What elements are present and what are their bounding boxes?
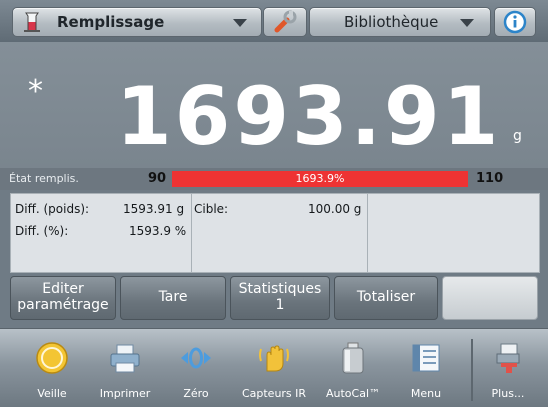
more-icon [496, 343, 520, 373]
nav-standby[interactable]: Veille [22, 329, 82, 407]
mode-dropdown[interactable]: Remplissage [12, 7, 262, 37]
zero-icon [181, 347, 211, 369]
statistics-line1: Statistiques [238, 281, 322, 297]
nav-print-label: Imprimer [99, 387, 151, 400]
info-panel: Diff. (poids): 1593.91 g Diff. (%): 1593… [10, 193, 540, 273]
beaker-icon [24, 12, 40, 32]
nav-zero[interactable]: Zéro [168, 329, 224, 407]
nav-more[interactable]: Plus... [478, 329, 538, 407]
chevron-down-icon [460, 19, 474, 27]
info-cell-empty [368, 194, 539, 272]
tare-label: Tare [158, 289, 188, 305]
edit-settings-button[interactable]: Editer paramétrage [10, 276, 116, 320]
nav-ir-sensors[interactable]: Capteurs IR [236, 329, 312, 407]
hand-sensor-icon [259, 345, 289, 372]
calibration-weight-icon [342, 342, 364, 374]
nav-print[interactable]: Imprimer [92, 329, 158, 407]
info-icon [503, 10, 527, 34]
nav-more-label: Plus... [491, 387, 525, 400]
tare-button[interactable]: Tare [120, 276, 226, 320]
nav-zero-label: Zéro [183, 387, 209, 400]
nav-autocal-label: AutoCal™ [325, 387, 381, 400]
power-icon [36, 342, 68, 374]
totalize-button[interactable]: Totaliser [334, 276, 438, 320]
target-label: Cible: [194, 202, 229, 216]
settings-button[interactable] [263, 7, 307, 37]
statistics-line2: 1 [275, 297, 285, 313]
menu-list-icon [412, 344, 440, 372]
balance-screen: Remplissage Bibliothèque * 1693.91 g Éta… [0, 0, 548, 407]
target-value: 100.00 g [308, 202, 362, 216]
fill-progress-track: 1693.9% [172, 171, 468, 187]
bottom-nav: Veille Imprimer Zéro Capteurs IR AutoCal… [0, 328, 548, 407]
fill-max-value: 110 [476, 171, 504, 186]
diff-percent-value: 1593.9 % [129, 224, 187, 238]
chevron-down-icon [233, 19, 247, 27]
wrench-icon [274, 10, 297, 33]
fill-min-value: 90 [148, 171, 167, 186]
nav-ir-sensors-label: Capteurs IR [241, 387, 307, 400]
diff-weight-value: 1593.91 g [123, 202, 185, 216]
weight-unit: g [513, 128, 522, 144]
totalize-label: Totaliser [356, 289, 416, 305]
statistics-button[interactable]: Statistiques 1 [230, 276, 330, 320]
diff-percent-label: Diff. (%): [15, 224, 69, 238]
weight-value: 1693.91 [116, 70, 502, 163]
mode-label: Remplissage [57, 13, 165, 31]
weight-display: * 1693.91 g [0, 42, 548, 168]
edit-settings-line1: Editer [42, 281, 84, 297]
diff-weight-label: Diff. (poids): [15, 202, 90, 216]
fill-percent-text: 1693.9% [295, 172, 345, 185]
nav-separator [471, 339, 473, 401]
fill-state-label: État remplis. [9, 172, 79, 185]
nav-standby-label: Veille [37, 387, 67, 400]
empty-softkey[interactable] [442, 276, 538, 320]
nav-menu[interactable]: Menu [398, 329, 454, 407]
action-bar: Editer paramétrage Tare Statistiques 1 T… [10, 276, 538, 320]
library-dropdown[interactable]: Bibliothèque [309, 7, 491, 37]
info-cell-target: Cible: 100.00 g [192, 194, 368, 272]
info-cell-diff: Diff. (poids): 1593.91 g Diff. (%): 1593… [11, 194, 192, 272]
printer-icon [110, 344, 140, 373]
nav-menu-label: Menu [410, 387, 442, 400]
library-label: Bibliothèque [344, 13, 439, 31]
edit-settings-line2: paramétrage [17, 297, 109, 313]
stability-marker: * [28, 74, 43, 109]
fill-state-row: État remplis. 90 1693.9% 110 [0, 168, 548, 190]
info-button[interactable] [494, 7, 536, 37]
nav-autocal[interactable]: AutoCal™ [320, 329, 386, 407]
top-bar: Remplissage Bibliothèque [0, 0, 548, 42]
